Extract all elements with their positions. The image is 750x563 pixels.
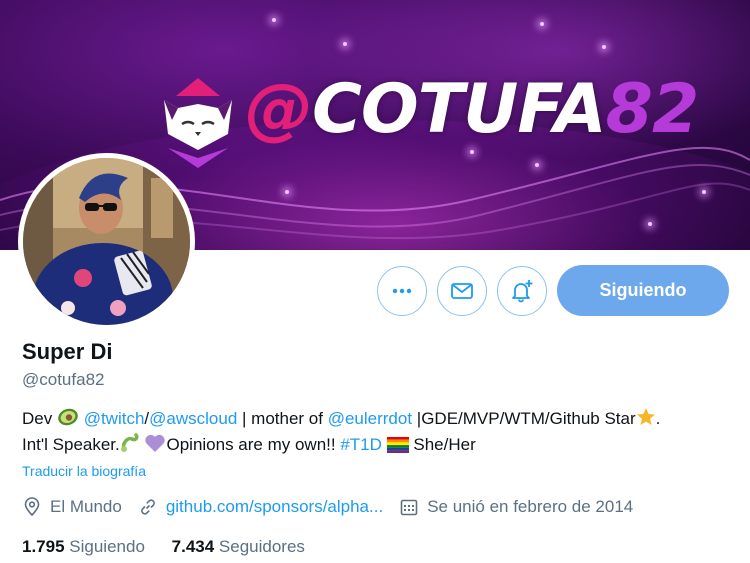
more-icon xyxy=(392,288,412,294)
joined-item: Se unió en febrero de 2014 xyxy=(399,497,633,517)
follow-stats: 1.795 Siguiendo 7.434 Seguidores xyxy=(22,537,327,557)
location-text: El Mundo xyxy=(50,497,122,516)
rainbow-flag-icon xyxy=(386,437,409,453)
display-name: Super Di xyxy=(22,339,113,364)
logo-name: COTUFA xyxy=(312,70,607,149)
profile-bio: Dev @twitch/@awscloud | mother of @euler… xyxy=(22,406,737,458)
followers-count: 7.434 xyxy=(171,537,215,556)
bell-plus-icon xyxy=(512,280,533,303)
bio-text: She/Her xyxy=(408,435,476,454)
calendar-icon xyxy=(400,499,418,516)
profile-meta: El Mundo github.com/sponsors/alpha... Se… xyxy=(22,495,649,519)
bio-text: |GDE/MVP/WTM/Github Star xyxy=(412,409,636,428)
location-item: El Mundo xyxy=(22,497,122,517)
awscloud-mention-link[interactable]: @awscloud xyxy=(149,409,237,428)
bio-text: Int'l Speaker. xyxy=(22,435,120,454)
logo-number: 82 xyxy=(605,70,700,149)
following-button[interactable]: Siguiendo xyxy=(557,265,729,316)
avatar[interactable] xyxy=(18,153,195,330)
link-icon xyxy=(140,499,155,515)
avocado-icon xyxy=(58,408,78,426)
diabetes-sensor-icon xyxy=(120,433,139,452)
banner-logo-text: @COTUFA82 xyxy=(245,76,699,144)
twitch-mention-link[interactable]: @twitch xyxy=(84,409,145,428)
banner-sparkle xyxy=(702,190,706,194)
t1d-hashtag-link[interactable]: #T1D xyxy=(340,435,382,454)
notifications-button[interactable] xyxy=(497,266,547,316)
website-item: github.com/sponsors/alpha... xyxy=(138,497,383,517)
followers-label: Seguidores xyxy=(218,537,305,556)
bio-text: . xyxy=(655,409,661,428)
logo-at: @ xyxy=(245,70,313,149)
location-pin-icon xyxy=(24,497,40,517)
glowing-star-icon xyxy=(636,408,655,425)
followers-stat-link[interactable]: 7.434 Seguidores xyxy=(172,537,305,556)
purple-heart-icon xyxy=(145,434,166,452)
cat-logo-icon xyxy=(158,78,238,168)
joined-text: Se unió en febrero de 2014 xyxy=(427,497,634,516)
banner-sparkle xyxy=(343,42,347,46)
banner-sparkle xyxy=(540,22,544,26)
banner-sparkle xyxy=(602,45,606,49)
website-link[interactable]: github.com/sponsors/alpha... xyxy=(166,497,383,517)
banner-sparkle xyxy=(470,150,474,154)
more-options-button[interactable] xyxy=(377,266,427,316)
user-handle: @cotufa82 xyxy=(22,370,105,389)
bio-text: Dev xyxy=(22,409,53,428)
bio-text: Opinions are my own!! xyxy=(166,435,341,454)
banner-sparkle xyxy=(535,163,539,167)
message-button[interactable] xyxy=(437,266,487,316)
banner-sparkle xyxy=(648,222,652,226)
banner-sparkle xyxy=(285,190,289,194)
following-stat-link[interactable]: 1.795 Siguiendo xyxy=(22,537,145,556)
banner-sparkle xyxy=(272,18,276,22)
eulerrdot-mention-link[interactable]: @eulerrdot xyxy=(328,409,412,428)
mail-icon xyxy=(451,283,473,299)
following-label: Siguiendo xyxy=(69,537,145,556)
bio-text: | mother of xyxy=(237,409,328,428)
translate-bio-link[interactable]: Traducir la biografía xyxy=(22,463,146,479)
following-count: 1.795 xyxy=(22,537,65,556)
